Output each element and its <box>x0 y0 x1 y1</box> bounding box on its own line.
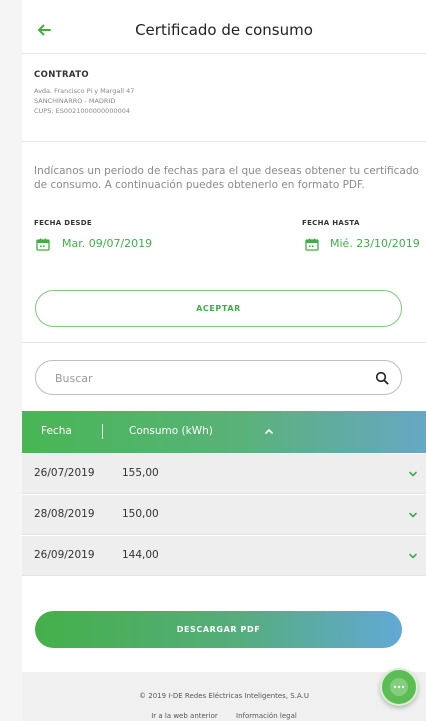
download-pdf-button[interactable]: DESCARGAR PDF <box>35 611 402 648</box>
chevron-down-icon[interactable] <box>408 511 418 519</box>
contract-section: CONTRATO Avda. Francisco Pi y Margall 47… <box>22 62 426 142</box>
chevron-down-icon[interactable] <box>408 470 418 478</box>
date-to-value[interactable]: Mié. 23/10/2019 <box>330 237 420 250</box>
dots-icon <box>393 685 405 689</box>
date-to-label: FECHA HASTA <box>302 219 360 227</box>
calendar-icon[interactable] <box>36 238 50 251</box>
search-box <box>35 360 402 395</box>
chevron-down-icon[interactable] <box>408 552 418 560</box>
calendar-icon[interactable] <box>305 238 319 251</box>
page: Certificado de consumo CONTRATO Avda. Fr… <box>0 0 426 721</box>
date-from-label: FECHA DESDE <box>34 219 92 227</box>
table-row[interactable]: 26/09/2019 144,00 <box>22 536 426 576</box>
page-title: Certificado de consumo <box>135 21 313 39</box>
intro-text: Indícanos un periodo de fechas para el q… <box>34 165 419 191</box>
divider <box>22 342 426 343</box>
contract-title: CONTRATO <box>34 70 90 80</box>
row-date: 26/09/2019 <box>34 549 95 561</box>
chat-button[interactable] <box>380 668 418 706</box>
chevron-up-icon[interactable] <box>264 427 274 435</box>
row-consumption: 155,00 <box>122 467 159 479</box>
chat-icon <box>390 678 408 696</box>
row-consumption: 144,00 <box>122 549 159 561</box>
contract-address: Avda. Francisco Pi y Margall 47 <box>34 87 135 95</box>
footer: © 2019 I-DE Redes Eléctricas Inteligente… <box>22 672 426 721</box>
date-from-value[interactable]: Mar. 09/07/2019 <box>62 237 152 250</box>
row-date: 28/08/2019 <box>34 508 95 520</box>
contract-cups: CUPS: ES0021000000000004 <box>34 107 130 115</box>
footer-copyright: © 2019 I-DE Redes Eléctricas Inteligente… <box>139 692 309 700</box>
search-icon[interactable] <box>375 371 389 385</box>
row-consumption: 150,00 <box>122 508 159 520</box>
table-row[interactable]: 28/08/2019 150,00 <box>22 495 426 535</box>
footer-link-legal[interactable]: Información legal <box>236 712 297 720</box>
table-header: Fecha Consumo (kWh) <box>22 411 426 453</box>
main-card: Certificado de consumo CONTRATO Avda. Fr… <box>22 0 426 721</box>
column-separator <box>102 424 103 439</box>
column-header-consumption[interactable]: Consumo (kWh) <box>129 425 213 437</box>
table-row[interactable]: 26/07/2019 155,00 <box>22 454 426 494</box>
app-header: Certificado de consumo <box>22 6 426 54</box>
footer-link-previous-site[interactable]: Ir a la web anterior <box>151 712 218 720</box>
footer-links: Ir a la web anterior Información legal <box>22 712 426 720</box>
column-header-date[interactable]: Fecha <box>41 425 72 437</box>
search-input[interactable] <box>55 369 355 387</box>
left-gutter <box>0 0 22 721</box>
row-date: 26/07/2019 <box>34 467 95 479</box>
accept-button[interactable]: ACEPTAR <box>35 290 402 327</box>
contract-city: SANCHINARRO - MADRID <box>34 97 116 105</box>
